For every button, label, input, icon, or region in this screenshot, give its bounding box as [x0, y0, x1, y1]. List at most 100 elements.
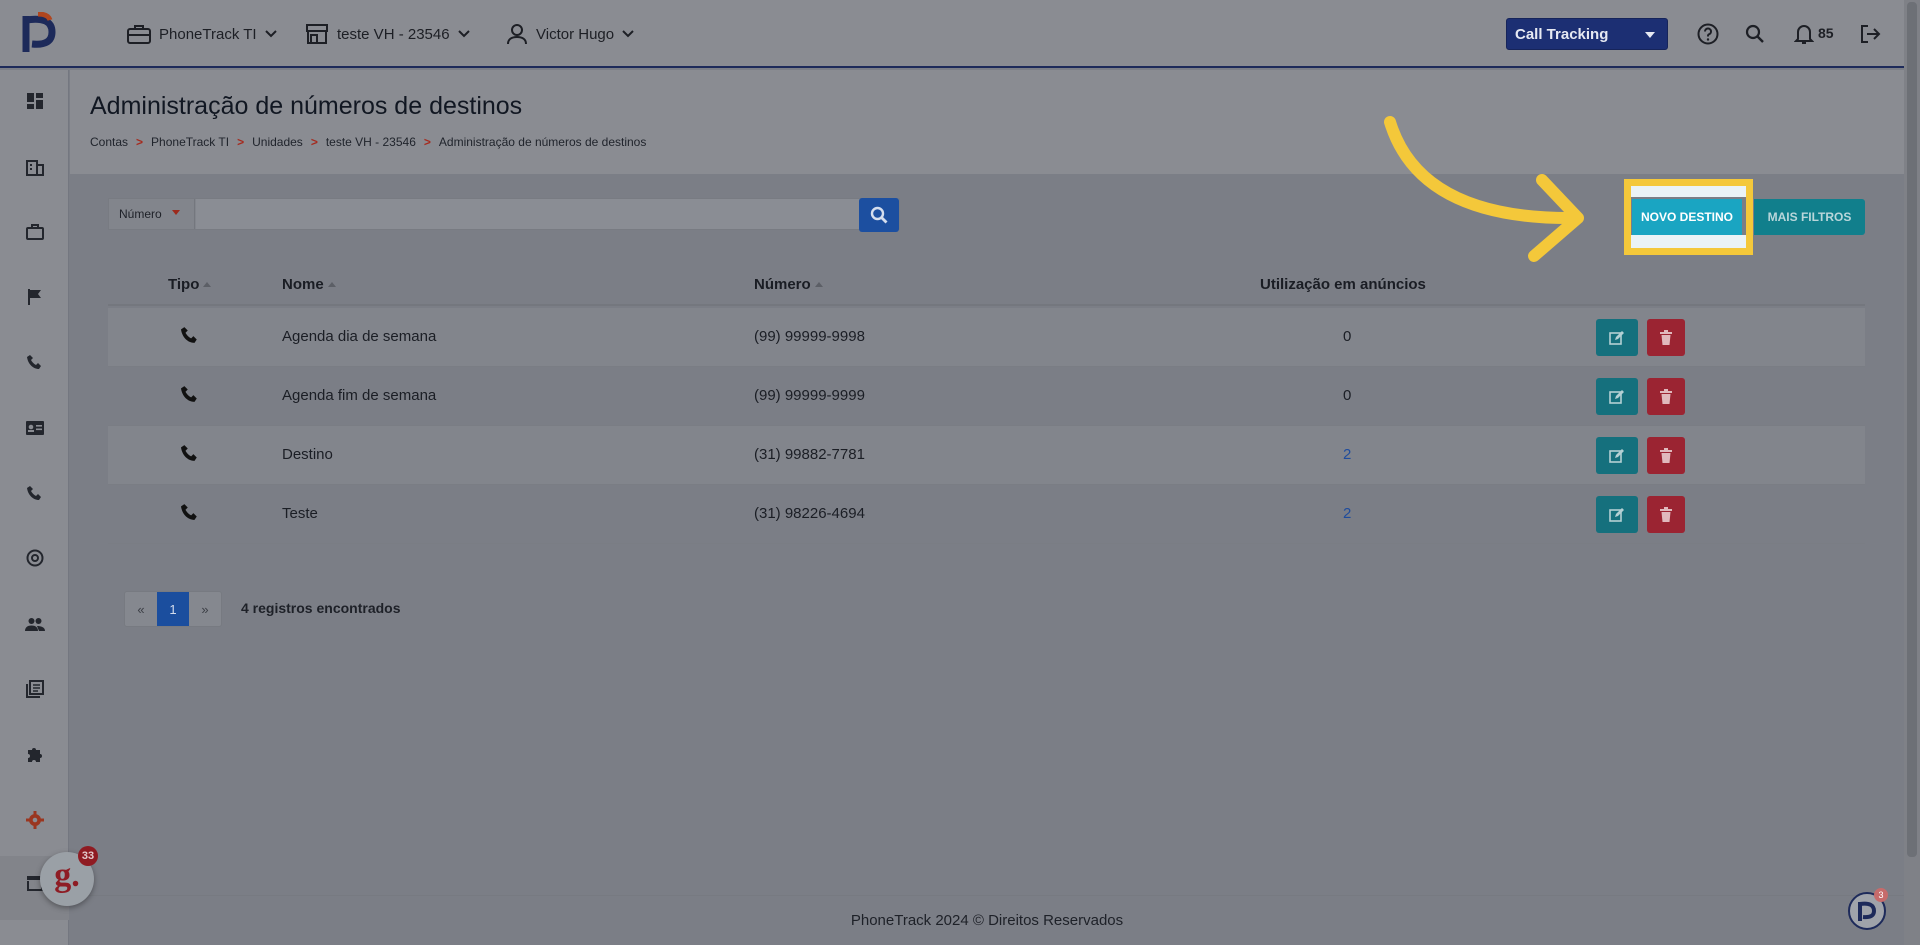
users-icon	[25, 618, 45, 631]
cell-numero: (99) 99999-9999	[754, 387, 865, 404]
breadcrumb-item-account[interactable]: PhoneTrack TI	[151, 135, 229, 149]
sidebar-item-settings[interactable]	[22, 807, 48, 833]
column-header-nome[interactable]: Nome	[282, 276, 336, 293]
trash-icon	[1660, 506, 1672, 522]
notifications-button[interactable]	[1790, 20, 1818, 48]
search-filter: Número	[108, 198, 900, 230]
cell-nome: Teste	[282, 505, 318, 522]
briefcase-icon	[26, 224, 44, 240]
column-header-tipo[interactable]: Tipo	[168, 276, 212, 293]
sidebar-item-reports[interactable]	[22, 676, 48, 702]
sidebar-item-accounts[interactable]	[22, 154, 48, 180]
search-icon	[870, 206, 888, 224]
sidebar-item-phone-numbers[interactable]	[22, 480, 48, 506]
sidebar	[0, 70, 69, 945]
phone-icon	[181, 445, 197, 461]
lifebuoy-icon	[26, 549, 44, 567]
table-row: Destino (31) 99882-7781 2	[108, 426, 1865, 485]
pagination-prev[interactable]: «	[125, 592, 157, 626]
table-row: Teste (31) 98226-4694 2	[108, 485, 1865, 544]
edit-button[interactable]	[1596, 496, 1638, 533]
records-count: 4 registros encontrados	[241, 600, 401, 616]
page-title: Administração de números de destinos	[90, 92, 523, 120]
top-bar: PhoneTrack TI teste VH - 23546 Victor Hu…	[0, 0, 1904, 68]
pagination-next[interactable]: »	[189, 592, 221, 626]
search-icon	[1745, 24, 1764, 43]
logout-button[interactable]	[1856, 20, 1884, 48]
help-button[interactable]	[1694, 20, 1722, 48]
chevron-down-icon	[457, 30, 470, 38]
breadcrumb-separator: >	[136, 135, 144, 149]
account-name: PhoneTrack TI	[159, 25, 257, 43]
breadcrumb-separator: >	[310, 135, 318, 149]
mais-filtros-button[interactable]: MAIS FILTROS	[1754, 199, 1865, 235]
notification-count: 85	[1818, 25, 1834, 41]
scrollbar-thumb[interactable]	[1907, 2, 1917, 857]
breadcrumb-item-unit[interactable]: teste VH - 23546	[326, 135, 416, 149]
dashboard-icon	[27, 93, 43, 109]
sidebar-item-campaigns[interactable]	[22, 284, 48, 310]
bell-icon	[1794, 25, 1814, 44]
delete-button[interactable]	[1647, 319, 1685, 356]
tutorial-arrow-icon	[1384, 116, 1584, 262]
sort-icon	[203, 282, 212, 287]
edit-icon	[1609, 448, 1624, 463]
pagination-page[interactable]: 1	[157, 592, 189, 626]
flag-icon	[28, 289, 41, 305]
cell-utilizacao-link[interactable]: 2	[1343, 446, 1351, 463]
product-select[interactable]: Call Tracking	[1506, 18, 1668, 50]
phone-icon	[27, 355, 41, 369]
breadcrumb-item-contas[interactable]: Contas	[90, 135, 128, 149]
breadcrumb: Contas > PhoneTrack TI > Unidades > test…	[90, 135, 646, 149]
search-submit-button[interactable]	[859, 198, 899, 232]
phonetrack-logo[interactable]	[22, 12, 58, 54]
novo-destino-button[interactable]: NOVO DESTINO	[1632, 199, 1742, 235]
unit-selector[interactable]: teste VH - 23546	[305, 22, 470, 46]
cell-nome: Agenda fim de semana	[282, 387, 437, 404]
help-icon	[1697, 23, 1719, 45]
sidebar-item-dashboard[interactable]	[22, 88, 48, 114]
sidebar-item-integrations[interactable]	[22, 741, 48, 767]
phonetrack-logo-icon	[1858, 901, 1877, 921]
page-header: Administração de números de destinos Con…	[70, 70, 1904, 174]
user-menu[interactable]: Victor Hugo	[506, 22, 634, 46]
product-select-value: Call Tracking	[1515, 25, 1609, 43]
filter-field-select[interactable]: Número	[109, 199, 195, 229]
sort-icon	[327, 282, 336, 287]
phone-icon	[181, 504, 197, 520]
sidebar-item-contacts[interactable]	[22, 415, 48, 441]
table-header: Tipo Nome Número Utilização em anúncios	[108, 266, 1865, 306]
trash-icon	[1660, 329, 1672, 345]
cell-numero: (31) 98226-4694	[754, 505, 865, 522]
phone-icon	[181, 386, 197, 402]
edit-button[interactable]	[1596, 319, 1638, 356]
sort-icon	[814, 282, 823, 287]
edit-icon	[1609, 330, 1624, 345]
sidebar-item-business[interactable]	[22, 219, 48, 245]
cell-nome: Destino	[282, 446, 333, 463]
column-header-numero[interactable]: Número	[754, 276, 823, 293]
delete-button[interactable]	[1647, 496, 1685, 533]
delete-button[interactable]	[1647, 378, 1685, 415]
phone-icon	[27, 486, 41, 500]
highlight-fill-top	[1631, 186, 1746, 197]
trash-icon	[1660, 447, 1672, 463]
account-selector[interactable]: PhoneTrack TI	[127, 22, 277, 46]
edit-icon	[1609, 507, 1624, 522]
column-header-label: Número	[754, 276, 811, 293]
sidebar-item-support[interactable]	[22, 545, 48, 571]
briefcase-icon	[127, 25, 151, 44]
delete-button[interactable]	[1647, 437, 1685, 474]
sidebar-item-users[interactable]	[22, 611, 48, 637]
sidebar-item-calls[interactable]	[22, 349, 48, 375]
assistant-widget-logo: g.	[54, 857, 80, 894]
cell-utilizacao-link[interactable]: 2	[1343, 505, 1351, 522]
breadcrumb-item-unidades[interactable]: Unidades	[252, 135, 303, 149]
search-input[interactable]	[196, 199, 867, 229]
building-icon	[26, 160, 44, 176]
search-button[interactable]	[1741, 20, 1769, 48]
edit-button[interactable]	[1596, 437, 1638, 474]
column-header-label: Utilização em anúncios	[1260, 276, 1426, 293]
support-chat-badge: 3	[1874, 888, 1888, 902]
edit-button[interactable]	[1596, 378, 1638, 415]
